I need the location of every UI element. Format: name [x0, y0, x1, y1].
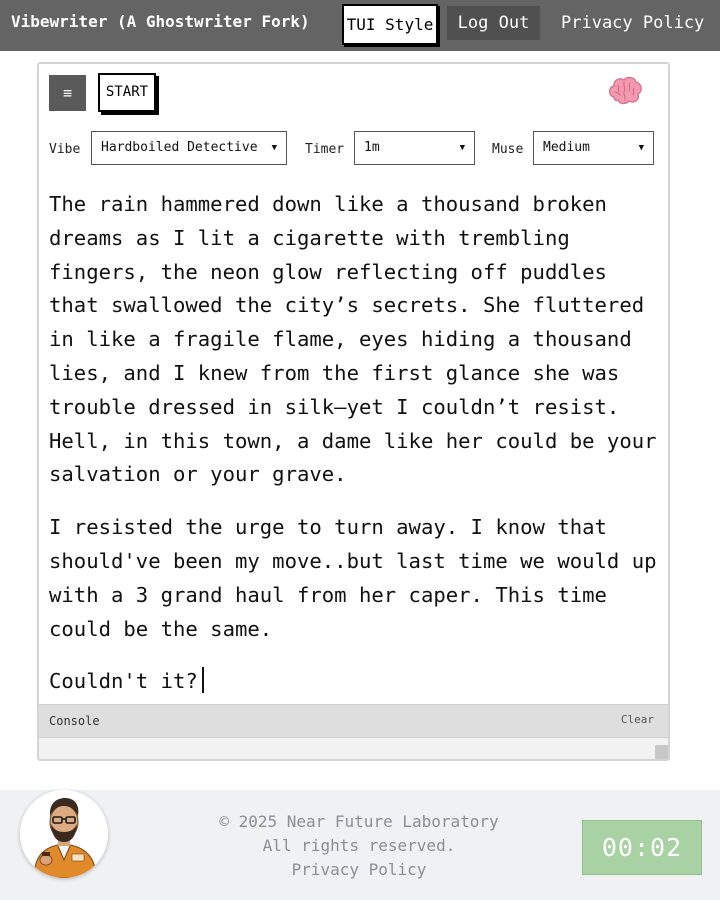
copyright-text: © 2025 Near Future Laboratory — [219, 812, 499, 831]
author-portrait — [20, 790, 108, 878]
muse-select-value: Medium — [543, 140, 590, 155]
hamburger-icon: ≡ — [62, 84, 73, 102]
menu-button[interactable]: ≡ — [49, 75, 86, 111]
footer-privacy-link[interactable]: Privacy Policy — [200, 858, 518, 882]
tui-style-button[interactable]: TUI Style — [342, 4, 438, 45]
muse-label: Muse — [492, 142, 524, 157]
paragraph-text: Couldn't it? — [49, 669, 198, 694]
resize-handle[interactable] — [655, 745, 668, 759]
paragraph-last: Couldn't it? — [49, 665, 659, 699]
vibe-label: Vibe — [49, 142, 81, 157]
paragraph: I resisted the urge to turn away. I know… — [49, 515, 657, 641]
footer-text: © 2025 Near Future Laboratory All rights… — [200, 810, 518, 882]
chevron-down-icon: ▼ — [271, 143, 277, 153]
avatar — [20, 790, 108, 878]
timer-select[interactable]: 1m ▼ — [354, 131, 475, 165]
console-label: Console — [49, 714, 100, 728]
top-nav-bar: Vibewriter (A Ghostwriter Fork) TUI Styl… — [0, 0, 720, 51]
paragraph: The rain hammered down like a thousand b… — [49, 192, 657, 487]
app-title: Vibewriter (A Ghostwriter Fork) — [11, 12, 310, 31]
logout-button[interactable]: Log Out — [447, 6, 540, 40]
text-cursor — [201, 667, 204, 694]
timer-select-value: 1m — [364, 140, 380, 155]
rights-text: All rights reserved. — [262, 836, 456, 855]
brain-icon[interactable] — [607, 76, 643, 106]
chevron-down-icon: ▼ — [459, 143, 465, 153]
editor-card: ≡ START Vibe Hardboiled Detective ▼ Time… — [37, 62, 670, 761]
countdown-timer: 00:02 — [582, 820, 702, 875]
vibe-select-value: Hardboiled Detective — [101, 140, 258, 155]
timer-label: Timer — [305, 142, 345, 157]
chevron-down-icon: ▼ — [638, 143, 644, 153]
clear-button[interactable]: Clear — [621, 713, 654, 726]
muse-select[interactable]: Medium ▼ — [533, 131, 654, 165]
console-output[interactable] — [39, 738, 668, 759]
console-bar: Console Clear — [39, 704, 668, 738]
footer: © 2025 Near Future Laboratory All rights… — [0, 790, 720, 900]
writing-area[interactable]: The rain hammered down like a thousand b… — [49, 188, 659, 718]
vibe-select[interactable]: Hardboiled Detective ▼ — [91, 131, 287, 165]
privacy-policy-link[interactable]: Privacy Policy — [561, 12, 704, 34]
start-button[interactable]: START — [98, 73, 156, 112]
